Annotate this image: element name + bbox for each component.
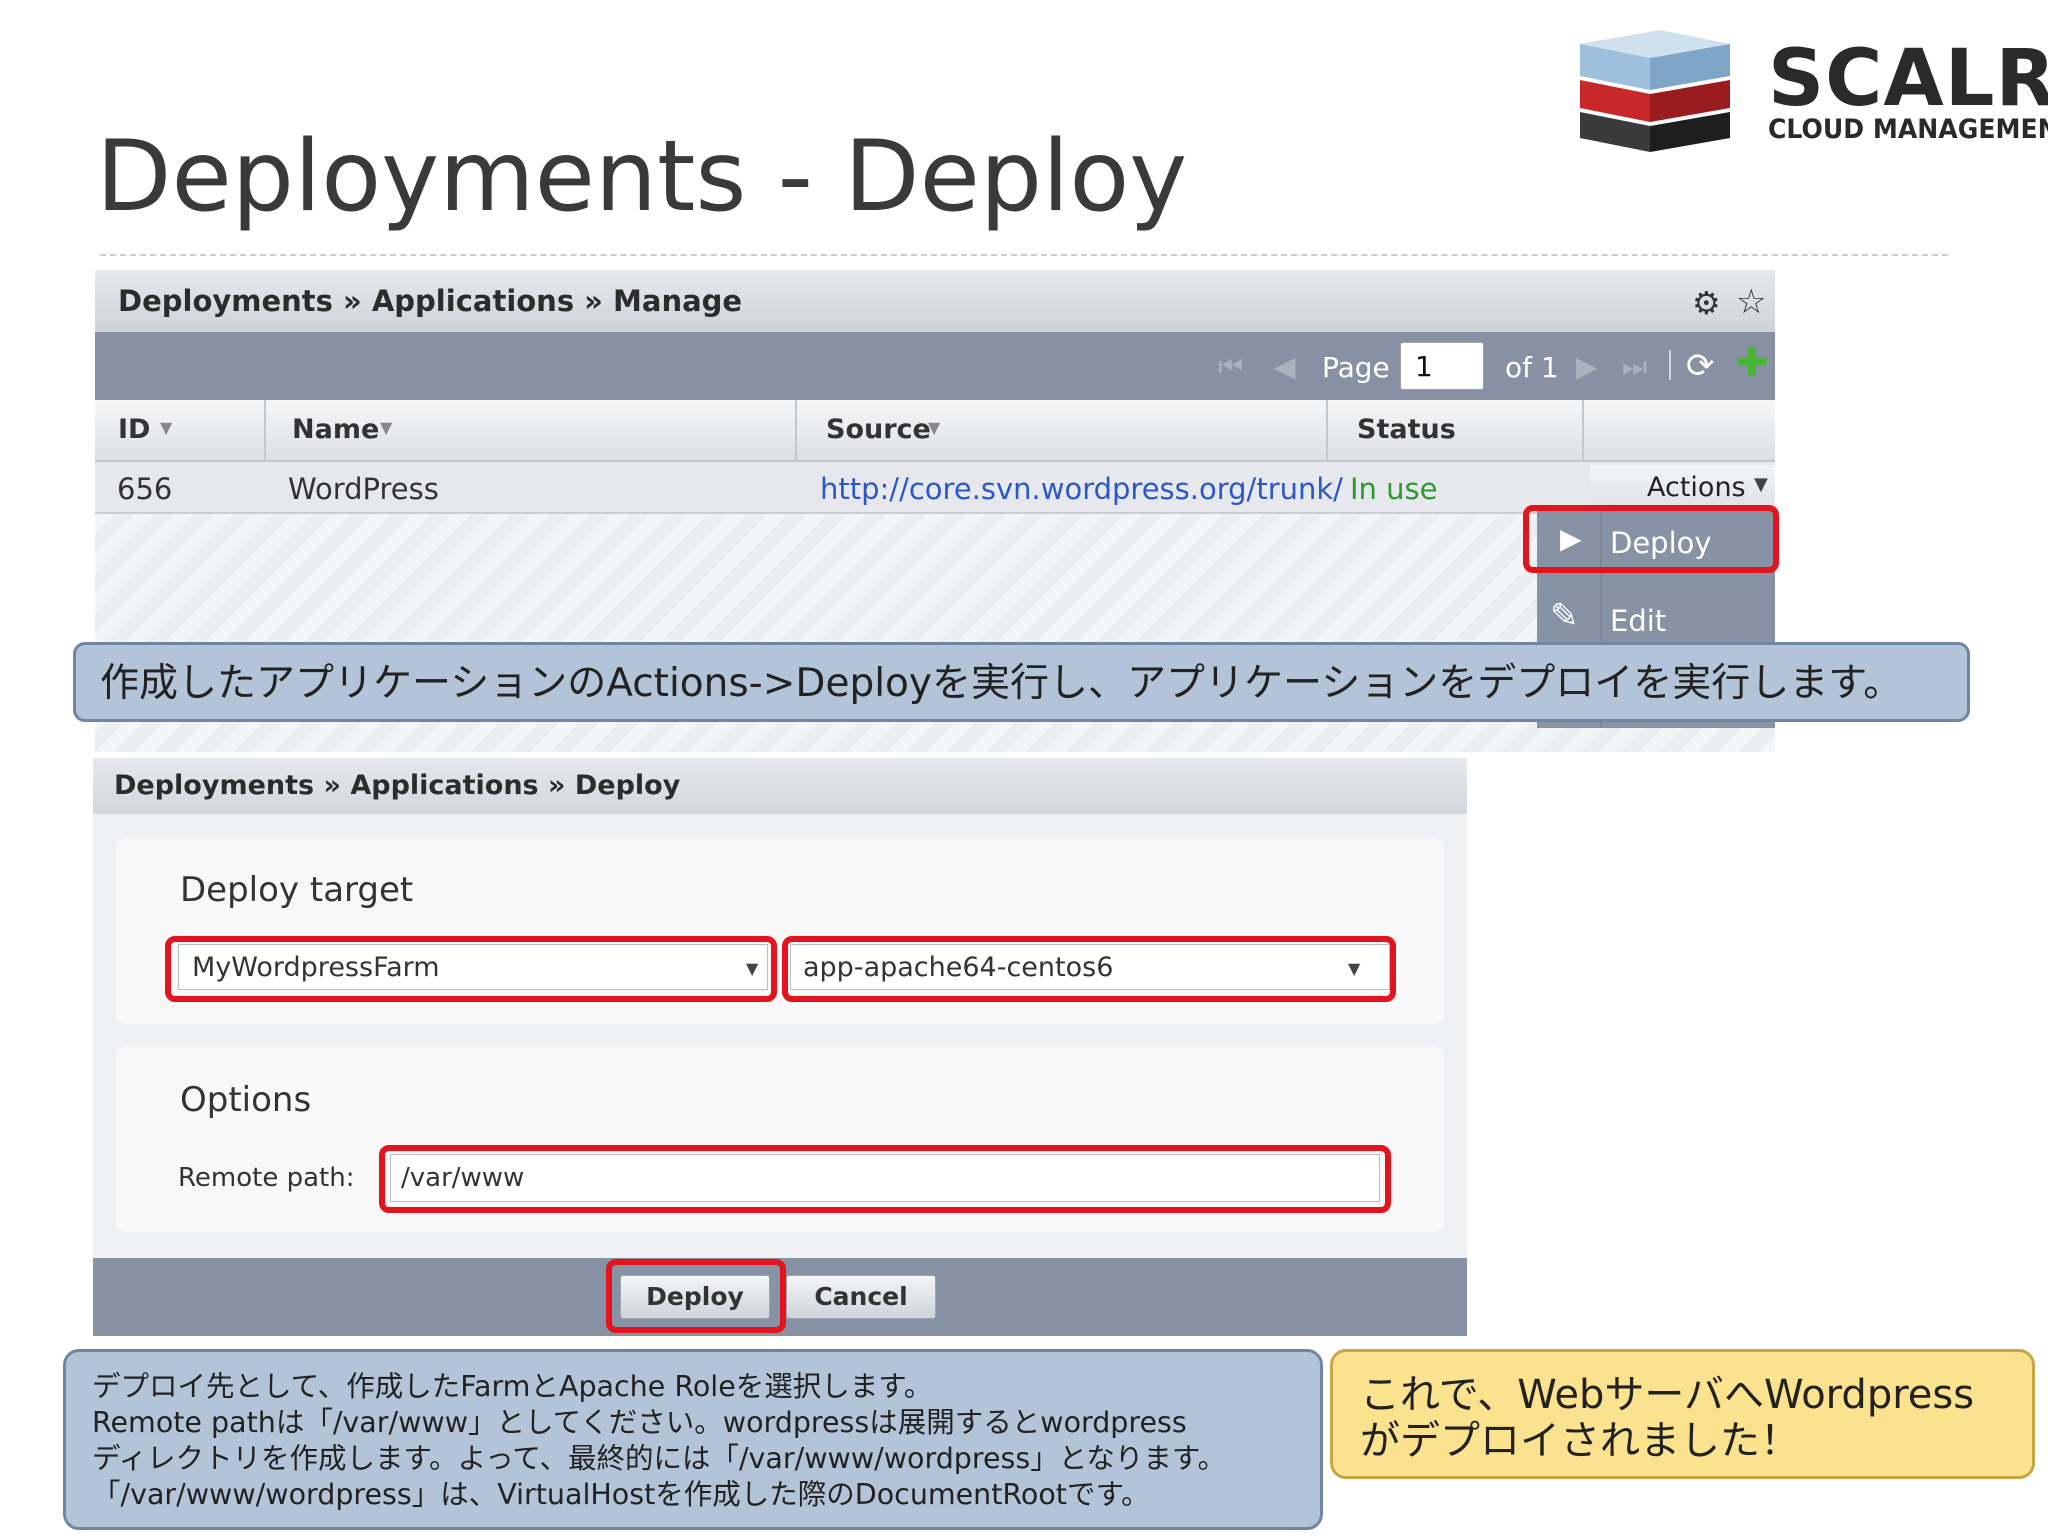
remote-path-label: Remote path:	[178, 1163, 355, 1193]
column-header-name[interactable]: Name	[292, 414, 379, 445]
actions-button-label[interactable]: Actions	[1647, 472, 1746, 503]
explanation-line: デプロイ先として、作成したFarmとApache Roleを選択します。	[92, 1370, 933, 1403]
prev-page-icon[interactable]: ◀	[1274, 350, 1296, 383]
column-header-source[interactable]: Source	[826, 414, 931, 445]
logo-wordmark: SCALR	[1768, 34, 2048, 124]
farm-select-highlight	[165, 936, 777, 1002]
remote-path-highlight	[379, 1145, 1391, 1213]
page-count-label: of 1	[1505, 351, 1559, 384]
deploy-menu-highlight	[1523, 505, 1779, 573]
sort-arrow-icon[interactable]: ▼	[160, 418, 172, 437]
column-divider	[1326, 400, 1328, 460]
pencil-icon[interactable]: ✎	[1550, 596, 1579, 636]
toolbar-separator	[1669, 350, 1671, 380]
cell-status: In use	[1350, 472, 1438, 506]
deploy-breadcrumb: Deployments » Applications » Deploy	[114, 770, 681, 801]
star-icon[interactable]: ☆	[1736, 282, 1766, 322]
deploy-button-highlight	[606, 1259, 786, 1333]
slide-title: Deployments - Deploy	[96, 120, 1188, 234]
sort-arrow-icon[interactable]: ▼	[928, 418, 940, 437]
manage-breadcrumb: Deployments » Applications » Manage	[118, 284, 743, 318]
options-title: Options	[180, 1080, 312, 1120]
column-divider	[1582, 400, 1584, 460]
cell-name: WordPress	[288, 472, 439, 506]
logo-tagline: CLOUD MANAGEMENT	[1768, 114, 2048, 145]
chevron-down-icon[interactable]: ▼	[1754, 474, 1768, 495]
first-page-icon[interactable]: ⏮	[1218, 350, 1243, 384]
page-number-input[interactable]	[1400, 342, 1484, 390]
result-line: がデプロイされました！	[1360, 1418, 1800, 1464]
deploy-target-title: Deploy target	[180, 870, 414, 910]
refresh-icon[interactable]: ⟳	[1686, 346, 1715, 386]
cell-source-link[interactable]: http://core.svn.wordpress.org/trunk/	[820, 472, 1343, 506]
role-select-highlight	[782, 936, 1396, 1002]
explanation-line: 「/var/www/wordpress」は、VirtualHostを作成した際の…	[92, 1478, 1150, 1511]
column-divider	[264, 400, 266, 460]
explanation-line: ディレクトリを作成します。よって、最終的には「/var/www/wordpres…	[92, 1442, 1226, 1475]
gear-icon[interactable]: ⚙	[1692, 284, 1721, 322]
title-divider	[100, 254, 1948, 256]
instruction-callout-text: 作成したアプリケーションのActions->Deployを実行し、アプリケーショ…	[100, 661, 1903, 706]
column-divider	[795, 400, 797, 460]
sort-arrow-icon[interactable]: ▼	[380, 418, 392, 437]
last-page-icon[interactable]: ⏭	[1622, 350, 1647, 384]
scalr-logo-icon	[1580, 30, 1730, 152]
column-header-status[interactable]: Status	[1357, 414, 1456, 445]
column-header-id[interactable]: ID	[118, 414, 150, 445]
cancel-button[interactable]: Cancel	[786, 1275, 936, 1319]
menu-item-edit-label[interactable]: Edit	[1610, 604, 1666, 638]
next-page-icon[interactable]: ▶	[1576, 350, 1598, 383]
add-icon[interactable]: ✚	[1735, 340, 1769, 386]
cell-id: 656	[117, 472, 173, 506]
explanation-line: Remote pathは「/var/www」としてください。wordpressは…	[92, 1406, 1187, 1439]
page-label: Page	[1322, 351, 1390, 384]
